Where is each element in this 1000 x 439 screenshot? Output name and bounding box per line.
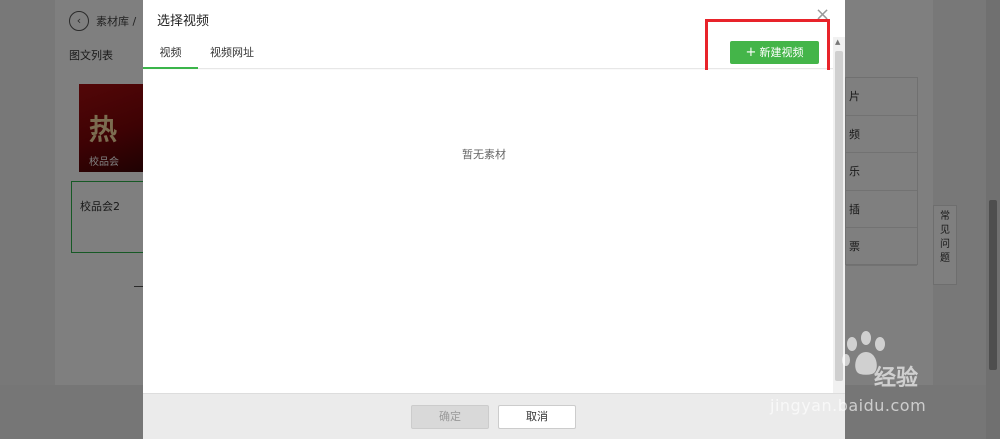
scroll-up-icon[interactable]: ▲ <box>835 38 840 46</box>
tab-bar: 视频 视频网址 + 新建视频 <box>143 19 833 81</box>
dialog-title: 选择视频 <box>157 14 210 29</box>
baidu-jingyan-watermark: Bai 经验 jingyan.baidu.com <box>770 330 950 430</box>
dialog-footer: 确定 取消 <box>143 393 845 439</box>
tab-video[interactable]: 视频 <box>143 37 198 69</box>
page-scrollbar-thumb[interactable] <box>989 200 997 370</box>
watermark-url: jingyan.baidu.com <box>770 396 927 415</box>
empty-state-text: 暂无素材 <box>462 148 506 161</box>
dialog-body: 视频 视频网址 + 新建视频 暂无素材 ▲ <box>143 19 845 393</box>
confirm-button[interactable]: 确定 <box>411 405 489 429</box>
select-video-dialog: 选择视频 × 视频 视频网址 + 新建视频 暂无素材 ▲ 确定 取消 <box>143 0 845 439</box>
tab-video-url[interactable]: 视频网址 <box>201 37 263 69</box>
cancel-button[interactable]: 取消 <box>498 405 576 429</box>
watermark-brand-cn: 经验 <box>874 366 919 391</box>
watermark-brand: Bai <box>770 352 818 388</box>
page-scrollbar[interactable] <box>986 0 1000 439</box>
video-list-area: 暂无素材 <box>143 70 833 393</box>
